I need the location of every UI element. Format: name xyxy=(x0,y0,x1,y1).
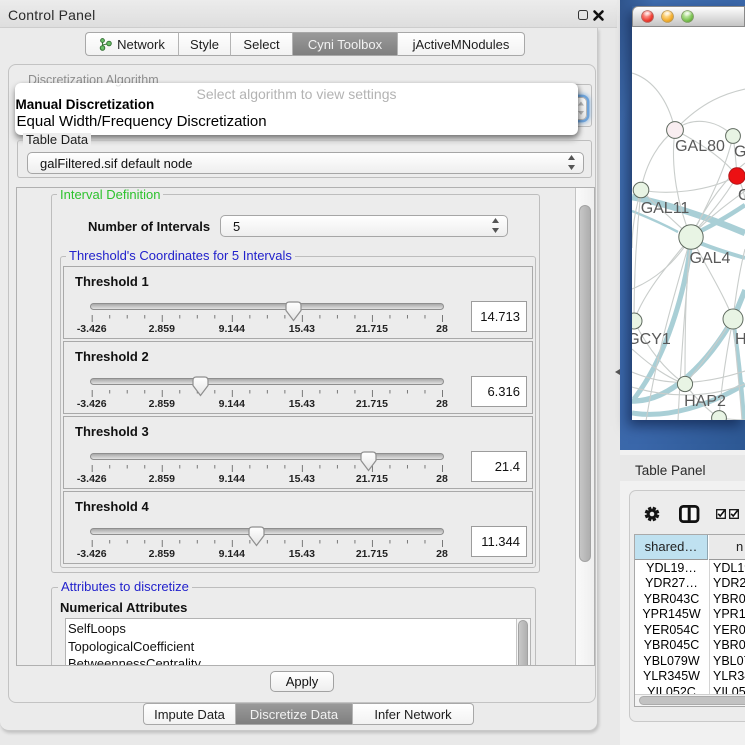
svg-text:GAL4: GAL4 xyxy=(690,250,731,267)
svg-text:CYC: CYC xyxy=(738,187,745,204)
svg-text:GAL80: GAL80 xyxy=(675,138,725,155)
svg-text:GAL11: GAL11 xyxy=(641,200,690,217)
svg-text:GCY1: GCY1 xyxy=(632,331,671,348)
svg-text:HAP2: HAP2 xyxy=(684,393,726,410)
svg-text:HIS: HIS xyxy=(735,331,745,348)
svg-text:GAL4: GAL4 xyxy=(734,144,745,161)
